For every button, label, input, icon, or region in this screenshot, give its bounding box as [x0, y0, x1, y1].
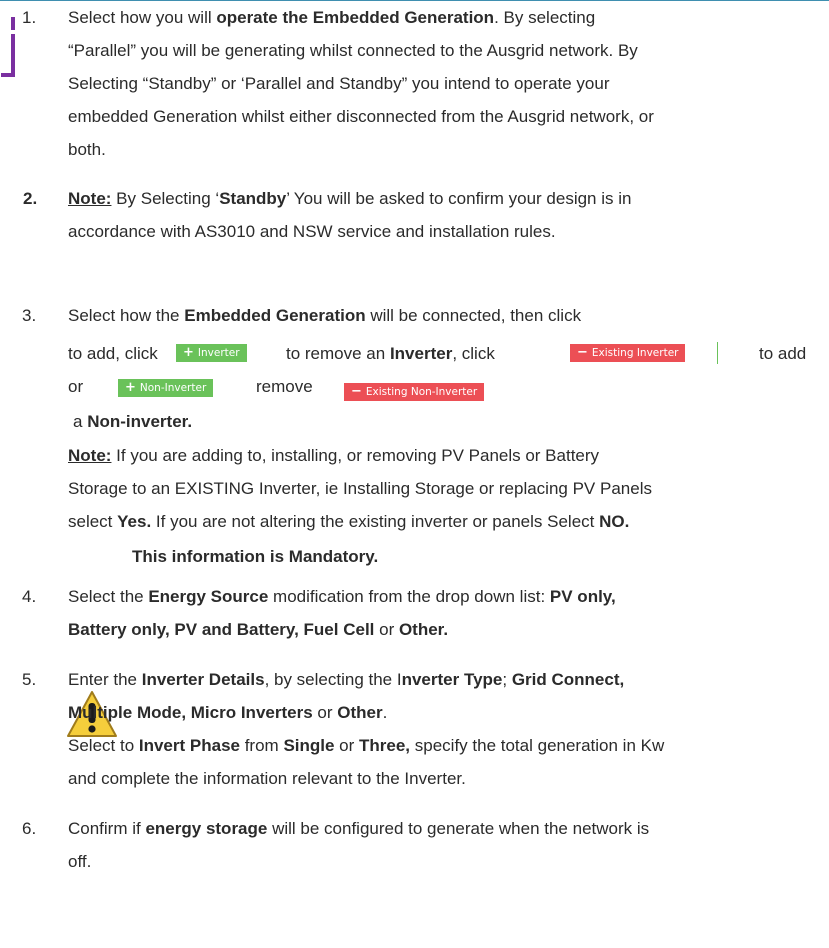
top-rule [0, 0, 829, 1]
item-1-line-2: “Parallel” you will be generating whilst… [68, 41, 638, 60]
item-4-line-2: Battery only, PV and Battery, Fuel Cell … [68, 620, 449, 639]
text-to-add-click: to add, click [68, 344, 158, 363]
item-number: 5. [22, 670, 37, 689]
item-1-line-1: Select how you will operate the Embedded… [68, 8, 596, 27]
text-or: or [68, 377, 84, 396]
item-4-line-1: Select the Energy Source modification fr… [68, 587, 616, 606]
plus-icon: + [183, 345, 194, 360]
item-5-line-4: and complete the information relevant to… [68, 769, 466, 788]
item-number: 2. [23, 189, 38, 208]
add-inverter-button[interactable]: + Inverter [176, 344, 247, 362]
add-non-inverter-label: Non-Inverter [139, 382, 207, 394]
item-3-non-inverter-line: a Non-inverter. [73, 412, 193, 431]
margin-bracket-mark [1, 17, 15, 77]
item-number: 1. [22, 8, 37, 27]
button-separator [717, 342, 718, 364]
mandatory-warning-text: This information is Mandatory. [132, 547, 379, 566]
item-1-line-4: embedded Generation whilst either discon… [68, 107, 654, 126]
item-3-note-line-1: Note: If you are adding to, installing, … [68, 446, 600, 465]
text-to-remove: to remove an Inverter, click [286, 344, 495, 363]
item-6-line-2: off. [68, 852, 92, 871]
item-5-line-1: Enter the Inverter Details, by selecting… [68, 670, 625, 689]
item-number: 6. [22, 819, 37, 838]
minus-icon: − [577, 345, 588, 360]
item-number: 4. [22, 587, 37, 606]
existing-non-inverter-label: Existing Non-Inverter [365, 386, 478, 398]
item-3-note-line-3: select Yes. If you are not altering the … [68, 512, 630, 531]
item-6-line-1: Confirm if energy storage will be config… [68, 819, 650, 838]
remove-existing-inverter-button[interactable]: − Existing Inverter [570, 344, 686, 362]
item-5-line-3: Select to Invert Phase from Single or Th… [68, 736, 665, 755]
item-2-line-1: Note: By Selecting ‘Standby’ You will be… [68, 189, 632, 208]
text-remove: remove [256, 377, 313, 396]
plus-icon: + [125, 380, 136, 395]
add-non-inverter-button[interactable]: + Non-Inverter [118, 379, 214, 397]
remove-existing-non-inverter-button[interactable]: − Existing Non-Inverter [344, 383, 485, 401]
item-3-line-1: Select how the Embedded Generation will … [68, 306, 582, 325]
item-2-line-2: accordance with AS3010 and NSW service a… [68, 222, 556, 241]
item-3-note-line-2: Storage to an EXISTING Inverter, ie Inst… [68, 479, 652, 498]
item-1-line-3: Selecting “Standby” or ‘Parallel and Sta… [68, 74, 610, 93]
add-inverter-label: Inverter [197, 347, 240, 359]
text-to-add: to add [759, 344, 807, 363]
item-1-line-5: both. [68, 140, 106, 159]
item-number: 3. [22, 306, 37, 325]
existing-inverter-label: Existing Inverter [591, 347, 679, 359]
minus-icon: − [351, 384, 362, 399]
item-5-line-2: Multiple Mode, Micro Inverters or Other. [68, 703, 388, 722]
